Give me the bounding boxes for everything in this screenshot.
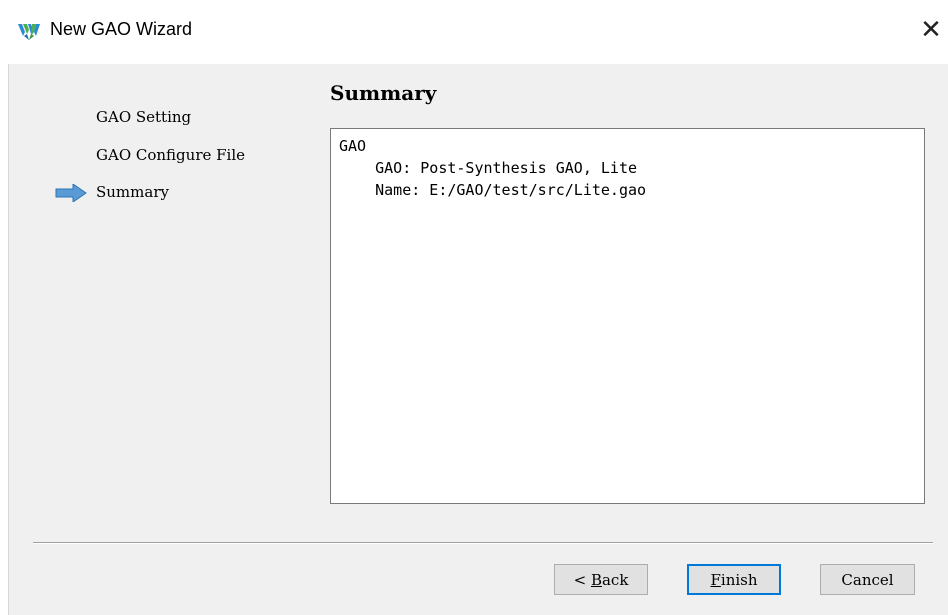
cancel-button-label: Cancel (841, 570, 894, 589)
back-button-prefix: < (573, 570, 591, 589)
summary-line: Name: E:/GAO/test/src/Lite.gao (339, 181, 647, 199)
finish-button-label: inish (720, 570, 758, 589)
step-summary: Summary (96, 183, 169, 201)
step-gao-configure-file: GAO Configure File (96, 146, 246, 164)
current-step-arrow-icon (55, 184, 87, 202)
back-button-label: ack (601, 570, 629, 589)
summary-line: GAO (339, 137, 367, 155)
step-gao-setting: GAO Setting (96, 108, 192, 126)
gowin-logo-icon (18, 24, 40, 40)
summary-text-area[interactable]: GAO GAO: Post-Synthesis GAO, Lite Name: … (330, 128, 925, 504)
back-button[interactable]: < Back (554, 564, 648, 595)
close-icon[interactable]: ✕ (918, 14, 944, 46)
wizard-content: GAO Setting GAO Configure File Summary S… (8, 64, 948, 615)
title-bar: New GAO Wizard ✕ (0, 0, 948, 64)
finish-button-mnemonic: F (710, 570, 721, 589)
back-button-mnemonic: B (590, 570, 602, 589)
summary-line: GAO: Post-Synthesis GAO, Lite (339, 159, 638, 177)
page-title: Summary (330, 81, 437, 105)
finish-button[interactable]: Finish (687, 564, 781, 595)
window-title: New GAO Wizard (50, 19, 193, 39)
divider (33, 542, 933, 544)
cancel-button[interactable]: Cancel (820, 564, 915, 595)
